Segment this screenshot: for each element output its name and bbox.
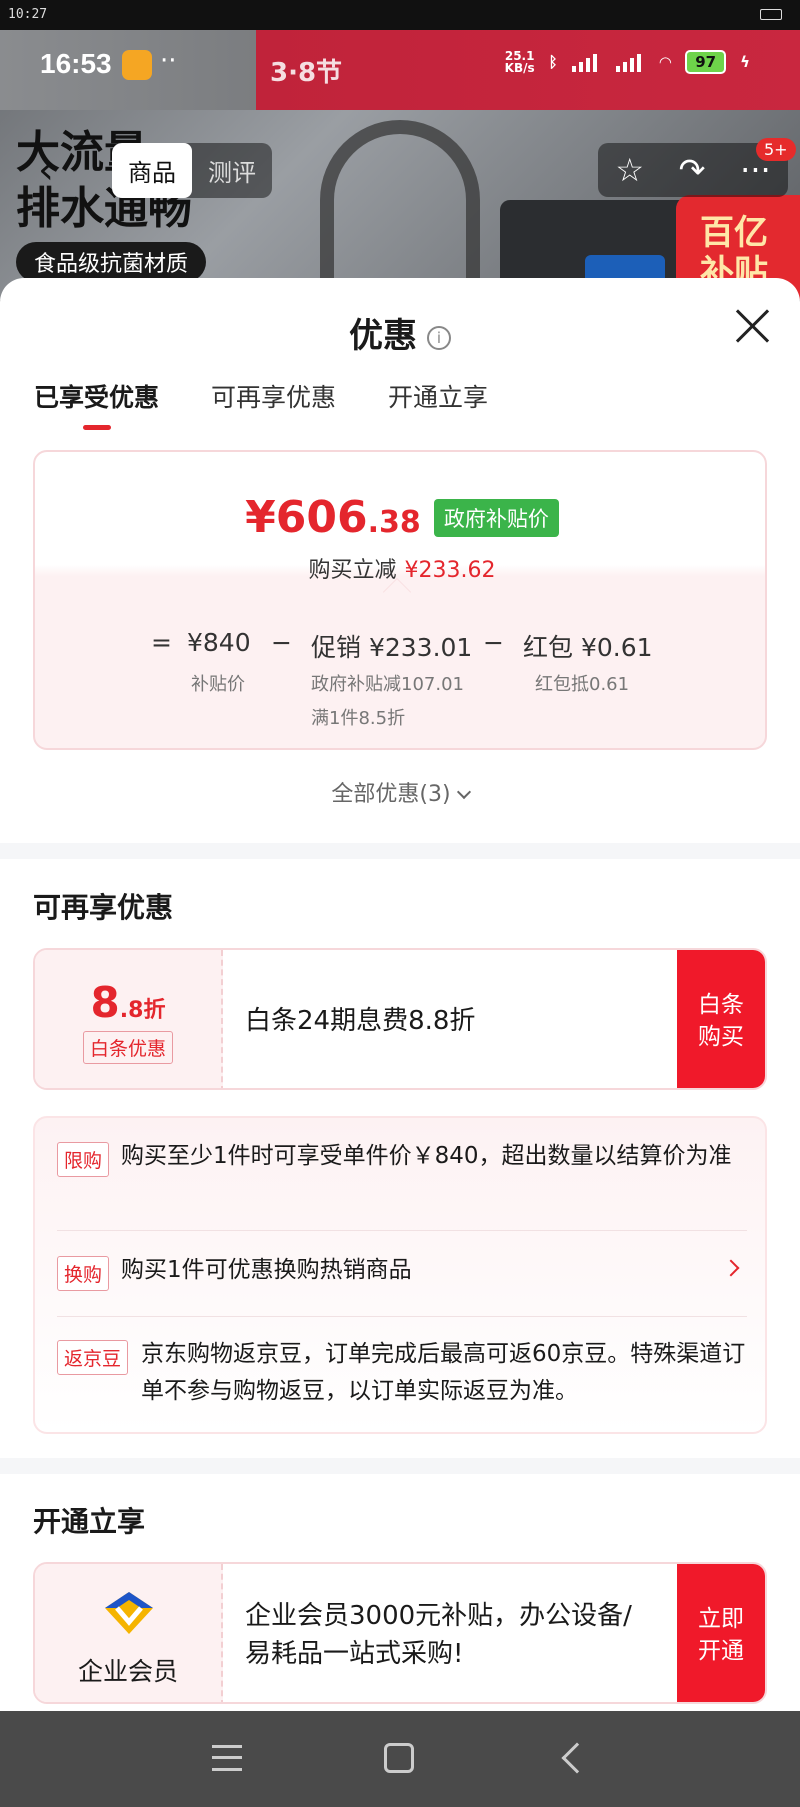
promo-sub-discount: 满1件8.5折 (311, 708, 406, 729)
net-speed: 25.1 KB/s (504, 49, 535, 75)
promo-value: 促销 ¥233.01 (311, 633, 473, 662)
host-status-bar: 10:27 (0, 0, 800, 30)
faucet-image (320, 120, 480, 300)
home-icon[interactable] (384, 1743, 414, 1773)
open-enjoy-title: 开通立享 (33, 1505, 146, 1538)
section-divider (0, 843, 800, 859)
final-price-row: ¥606.38 政府补贴价 (35, 492, 769, 543)
divider (57, 1316, 747, 1317)
product-feature-pill: 食品级抗菌材质 (16, 242, 207, 282)
base-price-label: 补贴价 (191, 674, 245, 695)
offer-tabs: 已享受优惠 可再享优惠 开通立享 (34, 378, 488, 430)
gov-subsidy-tag: 政府补贴价 (433, 498, 559, 537)
open-membership-button[interactable]: 立即 开通 (677, 1564, 765, 1702)
final-price: ¥606.38 (245, 492, 421, 543)
minus-sign: − (271, 628, 292, 657)
tab-review[interactable]: 测评 (192, 143, 272, 198)
divider (57, 1230, 747, 1231)
price-breakdown: = ¥840 补贴价 − 促销 ¥233.01 政府补贴减107.01 满1件8… (35, 614, 769, 729)
tab-enjoyed-offers[interactable]: 已享受优惠 (34, 378, 159, 430)
chevron-down-icon (456, 784, 471, 800)
enterprise-member-description: 企业会员3000元补贴，办公设备/易耗品一站式采购! (245, 1601, 632, 1669)
battery-icon: 97 (685, 50, 727, 74)
signal-icon-2 (615, 52, 646, 72)
tab-more-offers[interactable]: 可再享优惠 (211, 378, 336, 430)
exchange-text: 购买1件可优惠换购热销商品 (121, 1257, 412, 1283)
base-price: ¥840 (187, 628, 251, 657)
instant-reduction: 购买立减 ¥233.62 (308, 558, 496, 583)
enterprise-member-label: 企业会员 (77, 1657, 178, 1686)
all-offers-toggle[interactable]: 全部优惠(3) (0, 776, 800, 808)
promo-38-label: 3·8节 (270, 58, 343, 88)
baitiao-coupon-card: 8.8折 白条优惠 白条24期息费8.8折 白条 购买 (33, 948, 767, 1090)
charging-icon: ϟ (740, 53, 750, 71)
jingdou-tag: 返京豆 (57, 1340, 129, 1375)
exchange-tag: 换购 (57, 1256, 110, 1291)
system-nav-bar (0, 1711, 800, 1807)
more-offers-title: 可再享优惠 (33, 891, 174, 924)
enterprise-member-card: 企业会员 企业会员3000元补贴，办公设备/易耗品一站式采购! 立即 开通 (33, 1562, 767, 1704)
offers-sheet: 优惠 i 已享受优惠 可再享优惠 开通立享 ¥606.38 政府补贴价 购买立减 ¥… (0, 278, 800, 1711)
list-item-exchange[interactable]: 换购 购买1件可优惠换购热销商品 (57, 1252, 747, 1291)
purchase-limit-text: 购买至少1件时可享受单件价￥840，超出数量以结算价为准 (121, 1143, 732, 1169)
jingdou-text: 京东购物返京豆，订单完成后最高可返60京豆。特殊渠道订单不参与购物返豆，以订单实… (141, 1341, 746, 1404)
section-divider (0, 1458, 800, 1474)
wifi-icon: ◠ (659, 53, 672, 71)
baitiao-discount-value: 8.8折 (90, 978, 166, 1027)
host-battery-icon (760, 9, 782, 20)
tab-product[interactable]: 商品 (112, 143, 192, 198)
equals-sign: = (151, 628, 172, 657)
product-hero: 16:53 ·· 3·8节 25.1 KB/s ᛒ ◠ 97 ϟ 大流量 排水通畅… (0, 30, 800, 300)
info-icon[interactable]: i (427, 325, 451, 350)
phone-status-time: 16:53 (40, 48, 112, 79)
menu-icon[interactable] (212, 1745, 242, 1771)
more-notifications-icon: ·· (160, 46, 177, 76)
close-button[interactable] (734, 308, 770, 344)
back-icon[interactable] (561, 1742, 593, 1774)
promo-sub-gov: 政府补贴减107.01 (311, 674, 464, 695)
star-icon[interactable]: ☆ (615, 151, 644, 189)
enterprise-member-badge: 企业会员 (35, 1564, 223, 1702)
hongbao-sub: 红包抵0.61 (535, 674, 630, 695)
signal-icon (571, 52, 602, 72)
notification-badge: 5+ (756, 138, 796, 161)
enterprise-member-icon (105, 1592, 153, 1634)
product-tabs: 商品 测评 (112, 143, 272, 198)
bluetooth-icon: ᛒ (548, 53, 558, 71)
hongbao-value: 红包 ¥0.61 (523, 633, 653, 662)
app-notification-icon (122, 50, 152, 80)
baitiao-buy-button[interactable]: 白条 购买 (677, 950, 765, 1088)
list-item-jingdou: 返京豆 京东购物返京豆，订单完成后最高可返60京豆。特殊渠道订单不参与购物返豆，… (57, 1336, 747, 1410)
baitiao-description: 白条24期息费8.8折 (245, 1006, 476, 1036)
share-icon[interactable]: ↷ (679, 151, 706, 189)
minus-sign-2: − (483, 628, 504, 657)
tab-open-enjoy[interactable]: 开通立享 (388, 378, 488, 430)
host-clock: 10:27 (8, 7, 48, 22)
sheet-title: 优惠 i (0, 308, 800, 357)
baitiao-tag: 白条优惠 (82, 1031, 173, 1064)
offer-info-list: 限购 购买至少1件时可享受单件价￥840，超出数量以结算价为准 换购 购买1件可… (33, 1116, 767, 1434)
purchase-limit-tag: 限购 (57, 1142, 110, 1177)
enjoyed-offer-card: ¥606.38 政府补贴价 购买立减 ¥233.62 = ¥840 补贴价 − 促… (33, 450, 767, 750)
back-button[interactable]: ‹ (16, 140, 76, 200)
list-item-purchase-limit: 限购 购买至少1件时可享受单件价￥840，超出数量以结算价为准 (57, 1138, 747, 1177)
phone-status-icons: 25.1 KB/s ᛒ ◠ 97 ϟ (505, 50, 750, 74)
baitiao-discount-badge: 8.8折 白条优惠 (35, 950, 223, 1088)
